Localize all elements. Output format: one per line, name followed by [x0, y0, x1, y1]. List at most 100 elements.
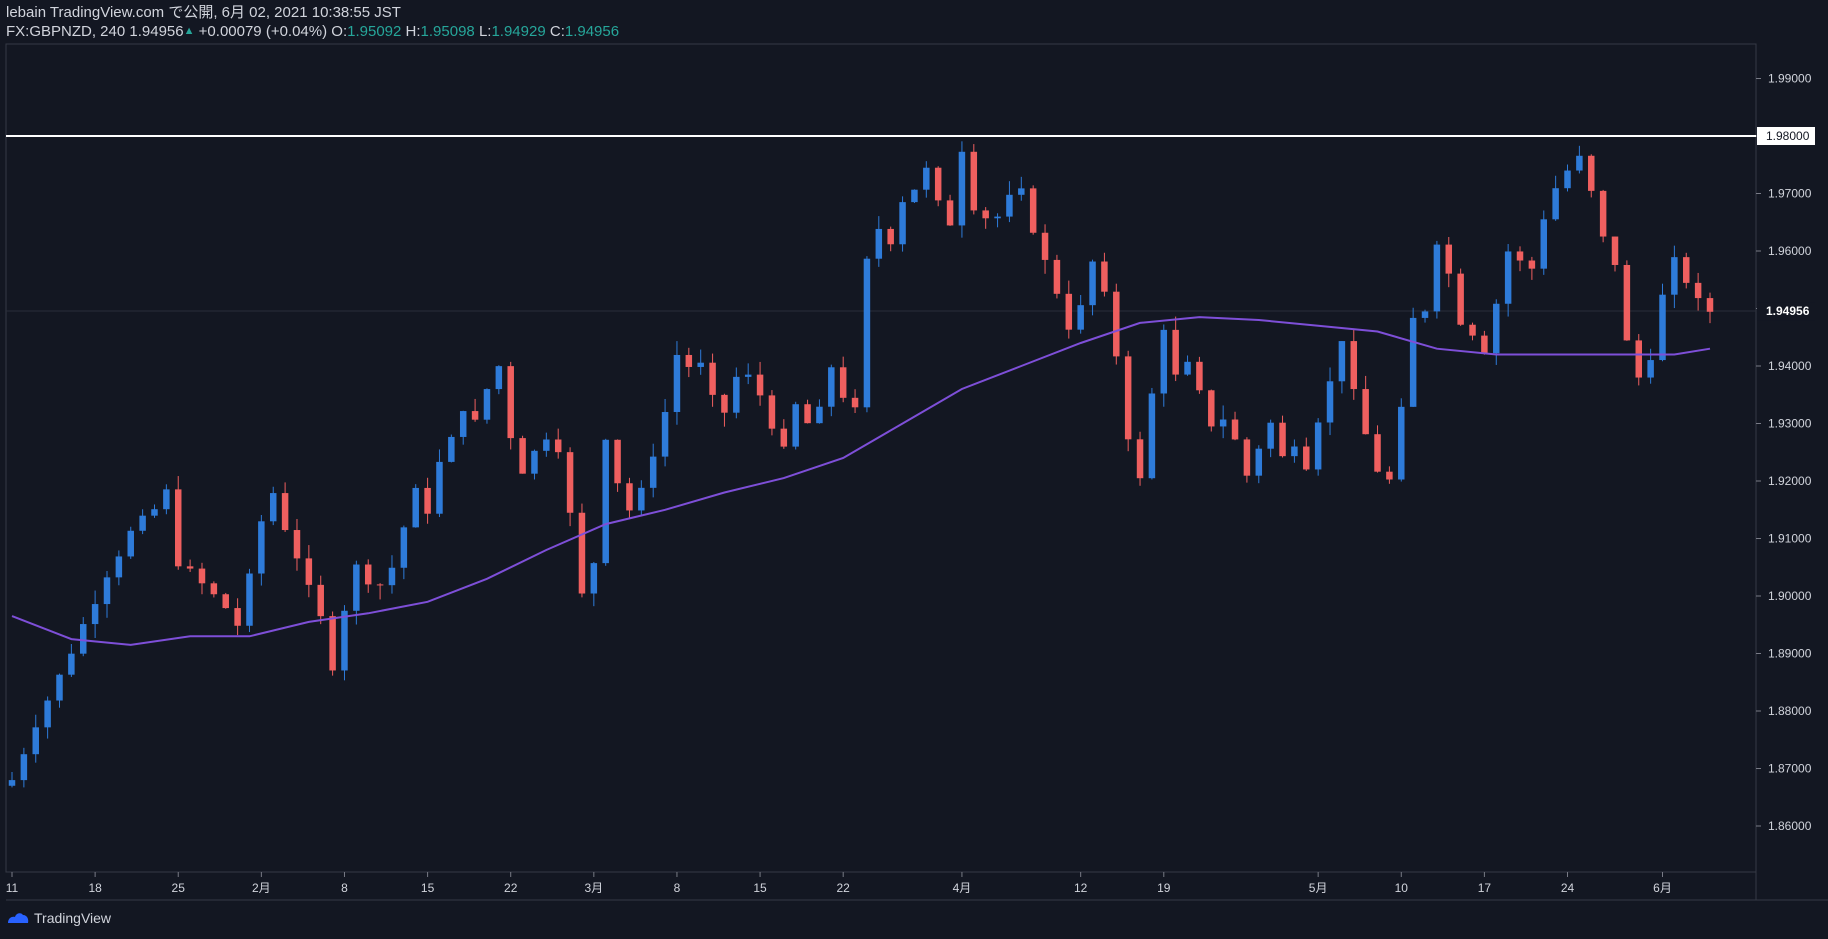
candle-body: [1077, 305, 1084, 330]
candle: [91, 590, 99, 638]
candle: [1219, 405, 1227, 439]
candle: [721, 393, 728, 427]
candle: [1101, 252, 1108, 297]
candle: [8, 772, 16, 788]
candle-body: [1101, 261, 1108, 292]
candle: [68, 644, 75, 677]
candle: [139, 509, 146, 535]
candle-body: [412, 487, 419, 528]
candle: [685, 347, 693, 378]
candle: [1231, 411, 1239, 441]
candle: [1694, 272, 1702, 311]
price-axis[interactable]: 1.990001.980001.970001.960001.950001.940…: [1756, 72, 1815, 834]
candle-body: [863, 258, 871, 408]
candle-body: [32, 727, 39, 755]
candle-body: [459, 411, 467, 437]
candle-body: [1504, 251, 1512, 304]
candle-body: [364, 564, 372, 585]
candle-body: [329, 616, 336, 671]
candle-body: [234, 608, 241, 626]
x-tick-label: 22: [504, 881, 518, 895]
y-tick-label: 1.89000: [1768, 647, 1812, 661]
candle-body: [614, 439, 621, 484]
candle-body: [56, 674, 63, 701]
candle: [590, 562, 598, 607]
candle: [1398, 398, 1405, 482]
candle-body: [174, 489, 182, 567]
candle-body: [828, 367, 835, 407]
candle: [471, 398, 479, 422]
candle-body: [602, 439, 609, 564]
x-tick-label: 15: [421, 881, 435, 895]
candle-body: [721, 394, 728, 413]
candle-body: [1006, 194, 1013, 217]
candle: [1421, 309, 1429, 323]
candle: [103, 570, 111, 618]
candle-body: [1362, 389, 1369, 435]
candle: [305, 545, 313, 598]
x-tick-label: 5月: [1309, 881, 1328, 895]
candle: [1374, 425, 1381, 473]
candle: [56, 673, 63, 708]
candle: [780, 419, 788, 449]
candle-body: [1255, 448, 1263, 476]
candle-body: [543, 439, 550, 451]
footer: TradingView: [6, 910, 111, 926]
candle: [626, 477, 633, 519]
y-tick-label: 1.88000: [1768, 704, 1812, 718]
candle-body: [709, 362, 716, 395]
candle: [1113, 283, 1120, 365]
candle-body: [946, 200, 954, 226]
candle-body: [519, 438, 526, 474]
x-tick-label: 4月: [953, 881, 972, 895]
time-axis[interactable]: 11 18 25 2月 8 15 22 3月 8 15 22 4月 12 19 5月 10 17 24 6月: [6, 872, 1672, 895]
candle: [1706, 292, 1714, 324]
candle: [127, 526, 134, 559]
candle-body: [1421, 311, 1429, 318]
candle-body: [994, 216, 1001, 219]
x-tick-label: 11: [6, 881, 19, 895]
candle: [1326, 367, 1334, 436]
candle: [1303, 437, 1310, 471]
candle-body: [376, 584, 384, 586]
candle-body: [436, 461, 443, 514]
candle-body: [1089, 261, 1096, 306]
candle-body: [970, 151, 978, 211]
candle-body: [186, 566, 194, 569]
candle-body: [1160, 329, 1168, 394]
candle-body: [1409, 317, 1417, 407]
candle-body: [649, 456, 657, 488]
tradingview-logo-icon: [8, 913, 29, 923]
candle: [923, 161, 930, 198]
x-tick-label: 18: [88, 881, 102, 895]
candle: [1588, 154, 1595, 198]
candle-body: [685, 354, 693, 367]
x-tick-label: 17: [1478, 881, 1492, 895]
price-chart[interactable]: 1.990001.980001.970001.960001.950001.940…: [0, 0, 1828, 939]
candle: [828, 364, 835, 417]
candle-body: [1148, 393, 1156, 479]
candle: [1160, 324, 1168, 407]
candle: [1338, 341, 1346, 394]
candle-body: [531, 450, 538, 474]
candle-body: [1350, 341, 1358, 390]
candle: [1029, 185, 1037, 235]
candle: [388, 555, 396, 594]
candle-body: [269, 493, 277, 522]
candle: [234, 598, 241, 636]
candle: [614, 439, 621, 492]
y-tick-label: 1.96000: [1768, 244, 1812, 258]
candle: [602, 438, 609, 566]
last-price-tag: 1.94956: [1757, 302, 1815, 321]
candles: [8, 141, 1714, 788]
candle-body: [934, 167, 942, 201]
candle: [946, 194, 954, 226]
candle: [1540, 210, 1548, 275]
candle: [1362, 375, 1369, 435]
candle: [578, 503, 586, 598]
candle: [1041, 224, 1049, 274]
candle-body: [305, 558, 313, 585]
candle-body: [127, 530, 134, 557]
candle: [1172, 316, 1179, 382]
y-tick-label: 1.93000: [1768, 417, 1812, 431]
